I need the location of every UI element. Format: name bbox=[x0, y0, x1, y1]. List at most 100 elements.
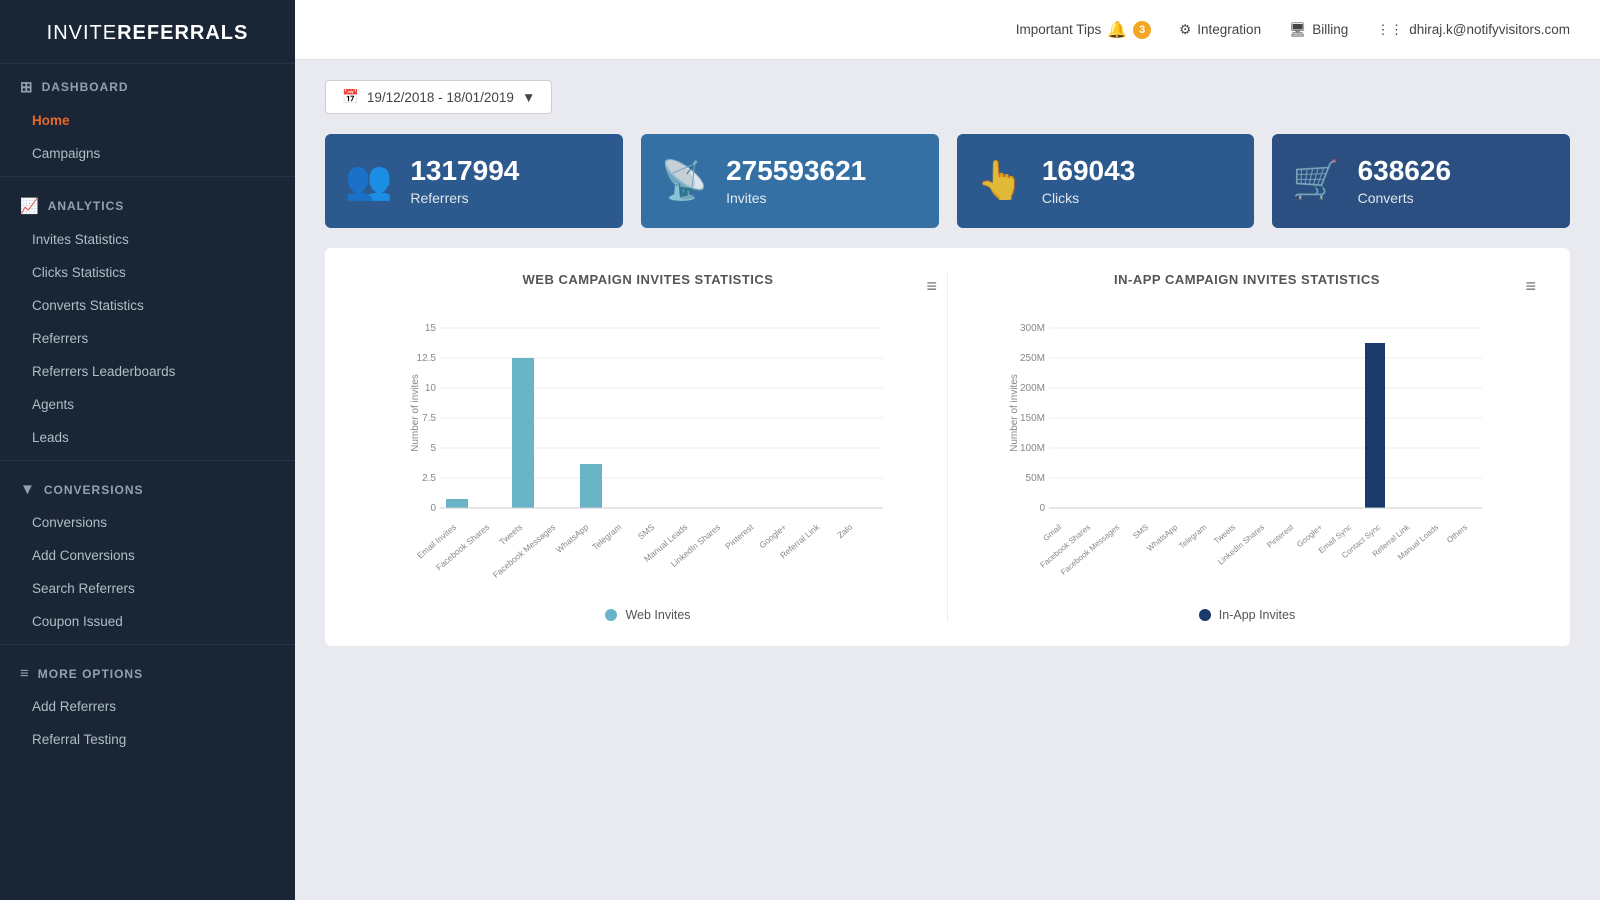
sidebar-item-referrers[interactable]: Referrers bbox=[0, 322, 295, 355]
topbar: Important Tips 🔔 3 ⚙ Integration 🖥 Billi… bbox=[295, 0, 1600, 60]
analytics-icon: 📈 bbox=[20, 197, 40, 215]
svg-text:WhatsApp: WhatsApp bbox=[1145, 522, 1179, 553]
svg-text:0: 0 bbox=[1039, 503, 1045, 514]
inapp-legend-dot bbox=[1199, 609, 1211, 621]
svg-text:Tweets: Tweets bbox=[1212, 522, 1237, 545]
integration-label: Integration bbox=[1197, 22, 1261, 37]
web-chart-menu[interactable]: ≡ bbox=[926, 276, 937, 297]
svg-text:Number of invites: Number of invites bbox=[410, 374, 421, 452]
sidebar-item-agents[interactable]: Agents bbox=[0, 388, 295, 421]
web-chart-title: WEB CAMPAIGN INVITES STATISTICS bbox=[431, 272, 865, 287]
bell-icon: 🔔 bbox=[1107, 20, 1127, 40]
svg-text:Telegram: Telegram bbox=[1177, 522, 1208, 550]
main-content: 📅 19/12/2018 - 18/01/2019 ▼ 👥 1317994 Re… bbox=[295, 60, 1600, 900]
invites-icon: 📡 bbox=[661, 159, 708, 203]
svg-text:Zalo: Zalo bbox=[835, 522, 854, 540]
svg-text:0: 0 bbox=[430, 503, 436, 514]
referrers-label: Referrers bbox=[410, 190, 519, 206]
svg-text:Pinterest: Pinterest bbox=[1265, 522, 1296, 550]
dashboard-icon: ⊞ bbox=[20, 78, 34, 96]
converts-icon: 🛒 bbox=[1292, 159, 1339, 203]
web-campaign-chart: WEB CAMPAIGN INVITES STATISTICS ≡ 15 12.… bbox=[349, 272, 948, 622]
sidebar-item-add-referrers[interactable]: Add Referrers bbox=[0, 690, 295, 723]
converts-label: Converts bbox=[1358, 190, 1451, 206]
svg-text:10: 10 bbox=[425, 383, 437, 394]
svg-text:250M: 250M bbox=[1020, 353, 1045, 364]
svg-text:Facebook Shares: Facebook Shares bbox=[1038, 522, 1092, 569]
svg-text:SMS: SMS bbox=[636, 521, 657, 541]
chevron-down-icon: ▼ bbox=[522, 90, 535, 105]
sidebar-item-home[interactable]: Home bbox=[0, 104, 295, 137]
svg-text:100M: 100M bbox=[1020, 443, 1045, 454]
stat-card-converts: 🛒 638626 Converts bbox=[1272, 134, 1570, 228]
main-area: Important Tips 🔔 3 ⚙ Integration 🖥 Billi… bbox=[295, 0, 1600, 900]
tips-label: Important Tips bbox=[1016, 22, 1102, 37]
more-options-icon: ≡ bbox=[20, 665, 30, 682]
important-tips[interactable]: Important Tips 🔔 3 bbox=[1016, 20, 1151, 40]
svg-text:7.5: 7.5 bbox=[422, 413, 436, 424]
svg-text:2.5: 2.5 bbox=[422, 473, 436, 484]
sidebar-section-dashboard: ⊞ DASHBOARD bbox=[0, 64, 295, 104]
referrers-number: 1317994 bbox=[410, 156, 519, 187]
sidebar-item-coupon-issued[interactable]: Coupon Issued bbox=[0, 605, 295, 638]
charts-section: WEB CAMPAIGN INVITES STATISTICS ≡ 15 12.… bbox=[325, 248, 1570, 646]
svg-text:50M: 50M bbox=[1026, 473, 1045, 484]
sidebar-section-more-options: ≡ MORE OPTIONS bbox=[0, 651, 295, 690]
sidebar-item-search-referrers[interactable]: Search Referrers bbox=[0, 572, 295, 605]
sidebar-item-converts-stats[interactable]: Converts Statistics bbox=[0, 289, 295, 322]
svg-text:Pinterest: Pinterest bbox=[723, 521, 756, 551]
stat-card-clicks: 👆 169043 Clicks bbox=[957, 134, 1255, 228]
tips-badge: 3 bbox=[1133, 21, 1151, 39]
invites-label: Invites bbox=[726, 190, 866, 206]
user-email: dhiraj.k@notifyvisitors.com bbox=[1409, 22, 1570, 37]
logo: InviteReferrals bbox=[0, 0, 295, 64]
inapp-chart-title: IN-APP CAMPAIGN INVITES STATISTICS bbox=[1030, 272, 1464, 287]
svg-text:Telegram: Telegram bbox=[590, 522, 623, 552]
sidebar-item-referral-testing[interactable]: Referral Testing bbox=[0, 723, 295, 756]
web-legend-label: Web Invites bbox=[625, 608, 690, 622]
sidebar-item-referrers-leaderboards[interactable]: Referrers Leaderboards bbox=[0, 355, 295, 388]
date-range-picker[interactable]: 📅 19/12/2018 - 18/01/2019 ▼ bbox=[325, 80, 552, 114]
date-range-label: 19/12/2018 - 18/01/2019 bbox=[367, 90, 514, 105]
svg-text:Others: Others bbox=[1445, 522, 1469, 544]
svg-text:12.5: 12.5 bbox=[417, 353, 437, 364]
invites-number: 275593621 bbox=[726, 156, 866, 187]
billing-icon: 🖥 bbox=[1289, 22, 1306, 38]
converts-number: 638626 bbox=[1358, 156, 1451, 187]
billing-link[interactable]: 🖥 Billing bbox=[1289, 22, 1348, 38]
svg-text:300M: 300M bbox=[1020, 323, 1045, 334]
conversions-icon: ▼ bbox=[20, 481, 36, 498]
sidebar-item-add-conversions[interactable]: Add Conversions bbox=[0, 539, 295, 572]
sidebar: InviteReferrals ⊞ DASHBOARD Home Campaig… bbox=[0, 0, 295, 900]
logo-text: InviteReferrals bbox=[20, 22, 275, 45]
inapp-campaign-chart: IN-APP CAMPAIGN INVITES STATISTICS ≡ 300… bbox=[948, 272, 1546, 622]
svg-text:Google+: Google+ bbox=[757, 522, 788, 550]
referrers-icon: 👥 bbox=[345, 159, 392, 203]
svg-text:SMS: SMS bbox=[1131, 522, 1150, 540]
stats-row: 👥 1317994 Referrers 📡 275593621 Invites … bbox=[325, 134, 1570, 228]
web-chart-svg: 15 12.5 10 7.5 5 2.5 0 Number o bbox=[359, 313, 937, 593]
inapp-legend-label: In-App Invites bbox=[1219, 608, 1295, 622]
integration-link[interactable]: ⚙ Integration bbox=[1179, 22, 1261, 38]
sidebar-section-analytics: 📈 ANALYTICS bbox=[0, 183, 295, 223]
web-chart-legend: Web Invites bbox=[359, 608, 937, 622]
svg-text:Tweets: Tweets bbox=[497, 522, 524, 547]
sidebar-section-conversions: ▼ CONVERSIONS bbox=[0, 467, 295, 506]
grid-icon: ⋮⋮ bbox=[1376, 22, 1403, 38]
stat-card-referrers: 👥 1317994 Referrers bbox=[325, 134, 623, 228]
clicks-label: Clicks bbox=[1042, 190, 1135, 206]
sidebar-item-invites-stats[interactable]: Invites Statistics bbox=[0, 223, 295, 256]
svg-text:Facebook Messages: Facebook Messages bbox=[491, 522, 558, 580]
sidebar-item-leads[interactable]: Leads bbox=[0, 421, 295, 454]
svg-text:200M: 200M bbox=[1020, 383, 1045, 394]
calendar-icon: 📅 bbox=[342, 89, 359, 105]
sidebar-item-conversions[interactable]: Conversions bbox=[0, 506, 295, 539]
sidebar-item-campaigns[interactable]: Campaigns bbox=[0, 137, 295, 170]
inapp-chart-menu[interactable]: ≡ bbox=[1525, 276, 1536, 297]
user-menu[interactable]: ⋮⋮ dhiraj.k@notifyvisitors.com bbox=[1376, 22, 1570, 38]
svg-text:150M: 150M bbox=[1020, 413, 1045, 424]
stat-card-invites: 📡 275593621 Invites bbox=[641, 134, 939, 228]
svg-text:WhatsApp: WhatsApp bbox=[554, 521, 591, 554]
svg-text:15: 15 bbox=[425, 323, 437, 334]
sidebar-item-clicks-stats[interactable]: Clicks Statistics bbox=[0, 256, 295, 289]
